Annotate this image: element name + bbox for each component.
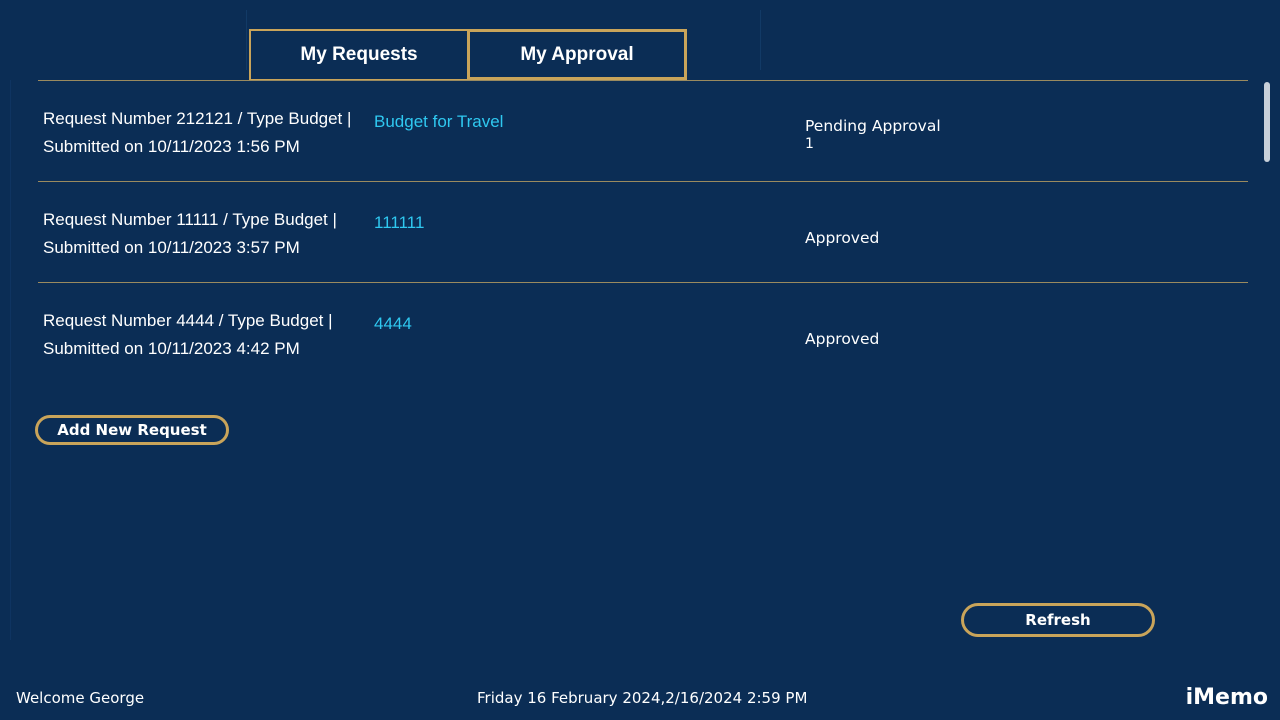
brand-logo: iMemo (1185, 685, 1268, 710)
request-status: Pending Approval 1 (805, 116, 941, 152)
app-screen: My Requests My Approval Request Number 2… (0, 0, 1280, 720)
add-new-request-button[interactable]: Add New Request (35, 415, 229, 445)
panel-divider (760, 10, 761, 70)
tab-my-requests[interactable]: My Requests (249, 29, 467, 80)
request-status: Approved (805, 329, 879, 349)
status-text: Approved (805, 330, 880, 348)
status-text: Pending Approval (805, 117, 941, 135)
tab-my-approval[interactable]: My Approval (467, 29, 687, 80)
request-status: Approved (805, 228, 879, 248)
request-title-link[interactable]: 111111 (374, 213, 424, 233)
status-text: Approved (805, 229, 880, 247)
request-submitted-date: Submitted on 10/11/2023 1:56 PM (43, 137, 300, 156)
request-summary: Request Number 11111 / Type Budget | (43, 210, 337, 229)
tab-bar: My Requests My Approval (249, 29, 687, 80)
panel-divider (10, 80, 11, 640)
current-datetime: Friday 16 February 2024,2/16/2024 2:59 P… (477, 689, 808, 707)
welcome-text: Welcome George (16, 689, 145, 707)
request-submitted-date: Submitted on 10/11/2023 4:42 PM (43, 339, 300, 358)
refresh-button[interactable]: Refresh (961, 603, 1155, 637)
list-item[interactable]: Request Number 11111 / Type Budget | Sub… (38, 181, 1248, 282)
list-scrollbar[interactable] (1264, 82, 1270, 162)
status-count: 1 (805, 136, 814, 152)
request-title-link[interactable]: Budget for Travel (374, 112, 503, 132)
request-list: Request Number 212121 / Type Budget | Su… (38, 80, 1248, 383)
request-submitted-date: Submitted on 10/11/2023 3:57 PM (43, 238, 300, 257)
list-item[interactable]: Request Number 212121 / Type Budget | Su… (38, 80, 1248, 181)
request-title-link[interactable]: 4444 (374, 314, 412, 334)
request-summary: Request Number 4444 / Type Budget | (43, 311, 333, 330)
panel-divider (246, 10, 247, 70)
list-item[interactable]: Request Number 4444 / Type Budget | Subm… (38, 282, 1248, 383)
request-summary: Request Number 212121 / Type Budget | (43, 109, 352, 128)
